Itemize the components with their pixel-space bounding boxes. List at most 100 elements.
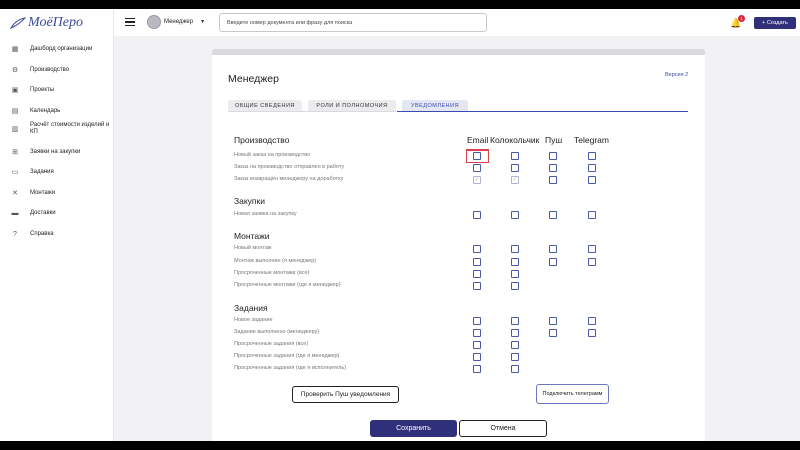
checkbox-bell[interactable] [511,364,519,373]
sidebar-item-tools[interactable]: ✕ Монтажи [0,189,114,197]
checkbox-push[interactable] [549,175,557,184]
user-name: Менеджер [164,19,194,25]
checkbox-telegram[interactable] [588,316,596,325]
checkbox-telegram[interactable] [588,163,596,172]
notification-row-label: Просроченные монтажи (где я менеджер) [234,282,341,288]
version-link[interactable]: Версия 2 [665,72,688,78]
checkbox-bell: ✓ [511,175,519,184]
notification-row-label: Просроченные монтажи (все) [234,270,310,276]
checkbox-email[interactable] [473,352,481,361]
connect-telegram-button[interactable]: Подключить телеграмм [536,384,609,404]
checkbox-telegram[interactable] [588,328,596,337]
tab-roles[interactable]: РОЛИ И ПОЛНОМОЧИЯ [308,100,396,111]
check-push-button[interactable]: Проверить Пуш уведомления [292,386,399,403]
checkbox-email[interactable] [473,269,481,278]
notification-row-label: Заказ на производство отправлен в работу [234,164,345,170]
sidebar-item-label: Заявки на закупки [30,148,81,155]
checkbox-email[interactable] [473,244,481,253]
sidebar-item-cart[interactable]: ⊞ Заявки на закупки [0,148,114,156]
notification-row-label: Просроченные задания (где я исполнитель) [234,365,347,371]
sidebar-item-production[interactable]: ⚙ Производство [0,66,114,74]
checkbox-email[interactable] [473,316,481,325]
logo-text: МоёПеро [28,15,84,30]
section-title: Задания [234,303,268,313]
sidebar-item-label: Задания [30,168,54,175]
checkbox-email[interactable] [473,281,481,290]
tab-divider [228,111,396,112]
checkbox-bell[interactable] [511,352,519,361]
checkbox-telegram[interactable] [588,151,596,160]
tabs: ОБЩИЕ СВЕДЕНИЯ РОЛИ И ПОЛНОМОЧИЯ УВЕДОМЛ… [228,100,474,111]
checkbox-bell[interactable] [511,269,519,278]
app-screen: МоёПеро ▦ Дашборд организации ⚙ Производств… [0,9,800,441]
checkbox-push[interactable] [549,257,557,266]
sidebar-item-calculator[interactable]: ▥ Расчёт стоимости изделий и КП [0,122,114,136]
checkbox-email: ✓ [473,175,481,184]
checkbox-telegram[interactable] [588,210,596,219]
search-placeholder: Введите номер документа или фразу для по… [227,19,353,26]
tab-general[interactable]: ОБЩИЕ СВЕДЕНИЯ [228,100,302,111]
sidebar-item-label: Производство [30,66,70,73]
notification-row-label: Просроченные задания (где я менеджер) [234,353,340,359]
checkbox-email[interactable] [473,340,481,349]
cancel-button[interactable]: Отмена [459,420,547,437]
checkbox-bell[interactable] [511,281,519,290]
checkbox-telegram[interactable] [588,257,596,266]
section-title: Закупки [234,196,265,206]
user-menu[interactable]: Менеджер ▼ [147,15,205,29]
settings-card: Менеджер Версия 2 ОБЩИЕ СВЕДЕНИЯ РОЛИ И … [212,55,705,441]
checkbox-bell[interactable] [511,244,519,253]
checkbox-bell[interactable] [511,316,519,325]
checkbox-telegram[interactable] [588,175,596,184]
search-input[interactable]: Введите номер документа или фразу для по… [219,13,487,32]
calculator-icon: ▥ [11,125,19,133]
tab-notifications[interactable]: УВЕДОМЛЕНИЯ [402,100,468,111]
save-button[interactable]: Сохранить [370,420,457,437]
create-button[interactable]: + Создать [754,17,796,29]
avatar [147,15,161,29]
sidebar-item-calendar[interactable]: ▤ Календарь [0,107,114,115]
checkbox-email[interactable] [473,163,481,172]
checkbox-bell[interactable] [511,257,519,266]
checkbox-bell[interactable] [511,163,519,172]
sidebar-item-help[interactable]: ? Справка [0,230,114,238]
notification-badge: 1 [738,15,745,22]
tab-active-underline [397,111,688,112]
focus-highlight [466,149,489,163]
section-title: Монтажи [234,231,270,241]
truck-icon: ▬ [11,209,19,217]
checkbox-telegram[interactable] [588,244,596,253]
checkbox-bell[interactable] [511,151,519,160]
sidebar-item-truck[interactable]: ▬ Доставки [0,209,114,217]
tools-icon: ✕ [12,189,18,197]
checkbox-bell[interactable] [511,328,519,337]
help-icon: ? [13,230,17,238]
checkbox-push[interactable] [549,328,557,337]
checkbox-bell[interactable] [511,340,519,349]
checkbox-email[interactable] [473,210,481,219]
notification-row-label: Новая заявка на закупку [234,211,297,217]
document-icon: ▭ [11,168,19,176]
checkbox-push[interactable] [549,210,557,219]
sidebar-item-dashboard[interactable]: ▦ Дашборд организации [0,45,114,53]
calendar-icon: ▤ [11,107,19,115]
checkbox-email[interactable] [473,328,481,337]
checkbox-push[interactable] [549,316,557,325]
sidebar-item-briefcase[interactable]: ▣ Проекты [0,86,114,94]
sidebar-item-document[interactable]: ▭ Задания [0,168,114,176]
sidebar-item-label: Доставки [30,209,56,216]
checkbox-push[interactable] [549,244,557,253]
checkbox-bell[interactable] [511,210,519,219]
sidebar-item-label: Расчёт стоимости изделий и КП [30,122,110,135]
checkbox-push[interactable] [549,163,557,172]
checkbox-push[interactable] [549,151,557,160]
notification-row-label: Новый заказ на производство [234,152,311,158]
menu-icon[interactable] [125,18,135,26]
column-push: Пуш [545,135,563,145]
checkbox-email[interactable] [473,364,481,373]
checkbox-email[interactable] [473,257,481,266]
sidebar-item-label: Монтажи [30,189,56,196]
app-logo[interactable]: МоёПеро [10,14,83,32]
feather-logo-icon [10,17,26,29]
column-telegram: Telegram [574,135,609,145]
